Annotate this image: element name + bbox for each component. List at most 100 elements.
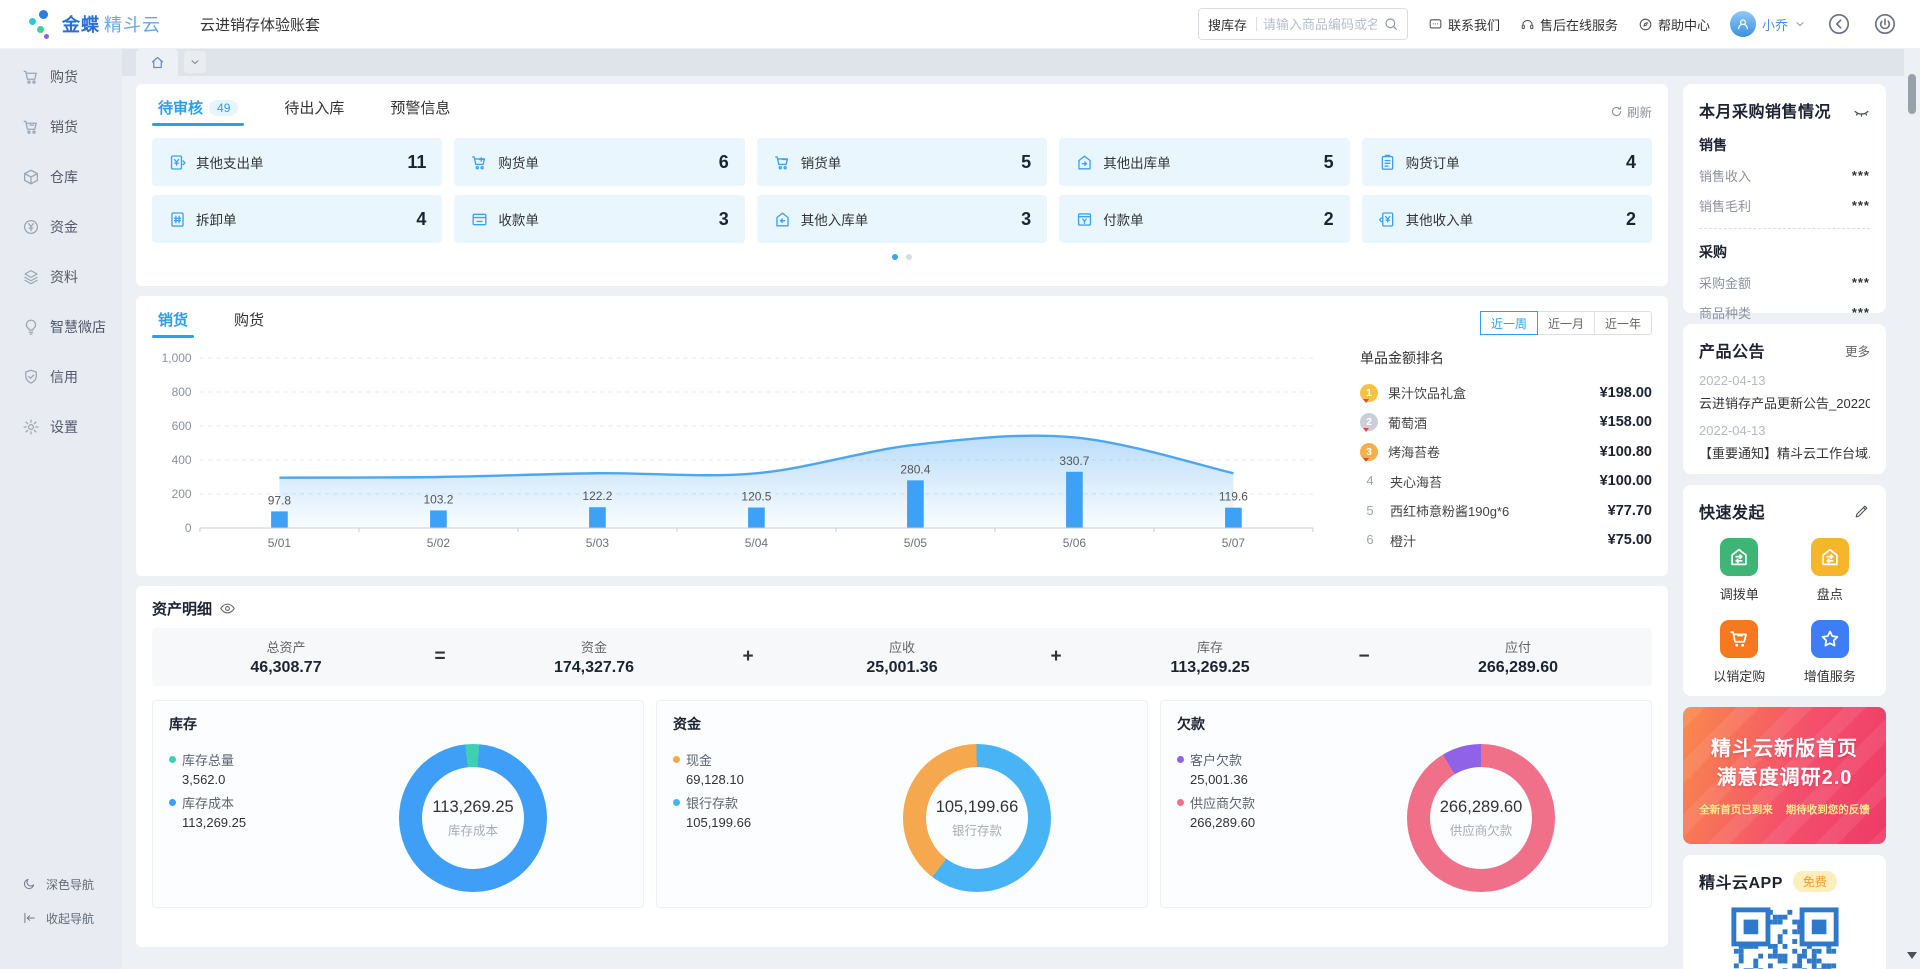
todo-card[interactable]: 其他支出单 11 xyxy=(152,138,442,186)
svg-text:5/07: 5/07 xyxy=(1222,537,1245,550)
quick-action[interactable]: 以销定购 xyxy=(1699,620,1780,685)
announcement-item[interactable]: 2022-04-13 云进销存产品更新公告_20220... xyxy=(1699,373,1870,412)
more-link[interactable]: 更多 xyxy=(1845,341,1870,360)
rank-medal: 5 xyxy=(1360,502,1380,520)
svg-text:120.5: 120.5 xyxy=(741,491,771,504)
asset-card-funds: 资金 现金 69,128.10 银行存款 xyxy=(656,700,1148,908)
refresh-button[interactable]: 刷新 xyxy=(1610,102,1652,121)
debt-donut: 266,289.60 供应商欠款 xyxy=(1407,744,1555,892)
todo-card[interactable]: 其他出库单 5 xyxy=(1059,138,1349,186)
main-content: 待审核 49 待出入库 预警信息 刷新 xyxy=(122,76,1920,969)
trend-tab[interactable]: 销货 xyxy=(152,308,194,338)
home-tab[interactable] xyxy=(136,48,178,76)
todo-card[interactable]: 销货单 5 xyxy=(757,138,1047,186)
assets-panel: 资产明细 总资产 46,308.77 = xyxy=(136,586,1668,947)
app-logo[interactable]: 金蝶 精斗云 xyxy=(28,8,178,40)
svg-text:5/03: 5/03 xyxy=(586,537,610,550)
sidebar-footer-toggle[interactable]: 收起导航 xyxy=(0,901,122,935)
ranking-row[interactable]: 4 夹心海苔 ¥100.00 xyxy=(1360,467,1652,497)
refresh-icon xyxy=(1610,105,1623,118)
summary-row: 销售毛利 *** xyxy=(1699,196,1870,215)
ranking-row[interactable]: 1 果汁饮品礼盒 ¥198.00 xyxy=(1360,378,1652,408)
svg-text:330.7: 330.7 xyxy=(1059,455,1089,468)
top-header: 金蝶 精斗云 云进销存体验账套 搜库存 联系我们 售后在线服务 帮助中心 xyxy=(0,0,1920,49)
chevron-down-icon xyxy=(189,56,201,68)
formula-operator: − xyxy=(1344,646,1384,668)
header-link[interactable]: 联系我们 xyxy=(1428,15,1500,34)
eye-closed-icon[interactable] xyxy=(1853,102,1870,119)
survey-banner[interactable]: 精斗云新版首页 满意度调研2.0 全新首页已到来 期待收到您的反馈 xyxy=(1683,707,1886,844)
sidebar-item[interactable]: 智慧微店 xyxy=(0,302,122,352)
sidebar-item[interactable]: 信用 xyxy=(0,352,122,402)
todo-tab[interactable]: 待出入库 xyxy=(278,96,350,126)
back-button[interactable] xyxy=(1826,11,1852,37)
announcement-item[interactable]: 2022-04-13 【重要通知】精斗云工作台域... xyxy=(1699,423,1870,462)
assets-title: 资产明细 xyxy=(152,598,212,619)
todo-tab[interactable]: 待审核 49 xyxy=(152,96,244,126)
todo-card[interactable]: 其他入库单 3 xyxy=(757,195,1047,243)
sidebar-item[interactable]: 销货 xyxy=(0,102,122,152)
quick-action[interactable]: 盘点 xyxy=(1790,538,1871,603)
inventory-search[interactable]: 搜库存 xyxy=(1198,8,1408,40)
todo-card[interactable]: 购货单 6 xyxy=(454,138,744,186)
range-button[interactable]: 近一月 xyxy=(1537,311,1595,335)
tab-dropdown-button[interactable] xyxy=(184,51,206,73)
chevron-down-icon xyxy=(1794,18,1806,30)
scrollbar-down-arrow[interactable] xyxy=(1907,952,1917,964)
scrollbar-thumb[interactable] xyxy=(1908,74,1916,114)
todo-card[interactable]: 付款单 2 xyxy=(1059,195,1349,243)
header-link[interactable]: 帮助中心 xyxy=(1638,15,1710,34)
header-link[interactable]: 售后在线服务 xyxy=(1520,15,1618,34)
ranking-row[interactable]: 3 烤海苔卷 ¥100.80 xyxy=(1360,437,1652,467)
sidebar-item[interactable]: 购货 xyxy=(0,52,122,102)
sidebar-item[interactable]: 资金 xyxy=(0,202,122,252)
logout-button[interactable] xyxy=(1872,11,1898,37)
inventory-donut: 113,269.25 库存成本 xyxy=(399,744,547,892)
svg-text:5/04: 5/04 xyxy=(745,537,769,550)
range-button[interactable]: 近一周 xyxy=(1480,311,1538,335)
quick-action[interactable]: 增值服务 xyxy=(1790,620,1871,685)
right-sidebar: 本月采购销售情况 销售 销售收入 *** 销售毛利 *** 采购 采购金额 xyxy=(1683,84,1886,969)
page-scrollbar[interactable] xyxy=(1904,48,1920,969)
rank-medal: 2 xyxy=(1360,413,1378,431)
user-name: 小乔 xyxy=(1762,15,1788,34)
announcements-card: 产品公告 更多 2022-04-13 云进销存产品更新公告_20220... 2… xyxy=(1683,324,1886,474)
svg-text:800: 800 xyxy=(172,386,192,399)
todo-card[interactable]: 购货订单 4 xyxy=(1362,138,1652,186)
rank-medal: 6 xyxy=(1360,531,1380,549)
todo-card[interactable]: 收款单 3 xyxy=(454,195,744,243)
sidebar-item[interactable]: 仓库 xyxy=(0,152,122,202)
legend-item: 现金 69,128.10 xyxy=(673,750,823,787)
svg-text:119.6: 119.6 xyxy=(1219,491,1249,504)
todo-tab[interactable]: 预警信息 xyxy=(384,96,456,126)
ranking-row[interactable]: 2 葡萄酒 ¥158.00 xyxy=(1360,408,1652,438)
search-icon[interactable] xyxy=(1383,16,1399,32)
svg-text:400: 400 xyxy=(172,454,192,467)
ranking-row[interactable]: 6 橙汁 ¥75.00 xyxy=(1360,526,1652,556)
pagination-dot[interactable] xyxy=(906,254,912,260)
dashed-divider xyxy=(1699,228,1870,229)
todo-card[interactable]: 拆卸单 4 xyxy=(152,195,442,243)
quick-action[interactable]: 调拨单 xyxy=(1699,538,1780,603)
search-input[interactable] xyxy=(1257,17,1383,32)
sidebar-item[interactable]: 设置 xyxy=(0,402,122,452)
edit-icon[interactable] xyxy=(1853,503,1870,520)
todo-count-badge: 49 xyxy=(209,100,238,116)
sidebar-item[interactable]: 资料 xyxy=(0,252,122,302)
sidebar-footer-toggle[interactable]: 深色导航 xyxy=(0,867,122,901)
svg-text:103.2: 103.2 xyxy=(423,494,453,507)
summary-row: 销售收入 *** xyxy=(1699,166,1870,185)
trend-panel: 销货 购货 近一周近一月近一年 02004006008001,00097.810… xyxy=(136,296,1668,576)
eye-icon[interactable] xyxy=(219,600,236,617)
quick-launch-card: 快速发起 调拨单 盘点 xyxy=(1683,485,1886,696)
account-title: 云进销存体验账套 xyxy=(200,14,320,35)
asset-card-debt: 欠款 客户欠款 25,001.36 供应商欠款 xyxy=(1160,700,1652,908)
range-button[interactable]: 近一年 xyxy=(1594,311,1652,335)
todo-card[interactable]: 其他收入单 2 xyxy=(1362,195,1652,243)
pagination-dot[interactable] xyxy=(892,254,898,260)
user-menu[interactable]: 小乔 xyxy=(1730,11,1806,37)
sales-trend-chart: 02004006008001,00097.8103.2122.2120.5280… xyxy=(152,342,1340,554)
trend-tab[interactable]: 购货 xyxy=(228,308,270,338)
ranking-row[interactable]: 5 西红柿意粉酱190g*6 ¥77.70 xyxy=(1360,496,1652,526)
search-scope-label[interactable]: 搜库存 xyxy=(1199,15,1256,34)
